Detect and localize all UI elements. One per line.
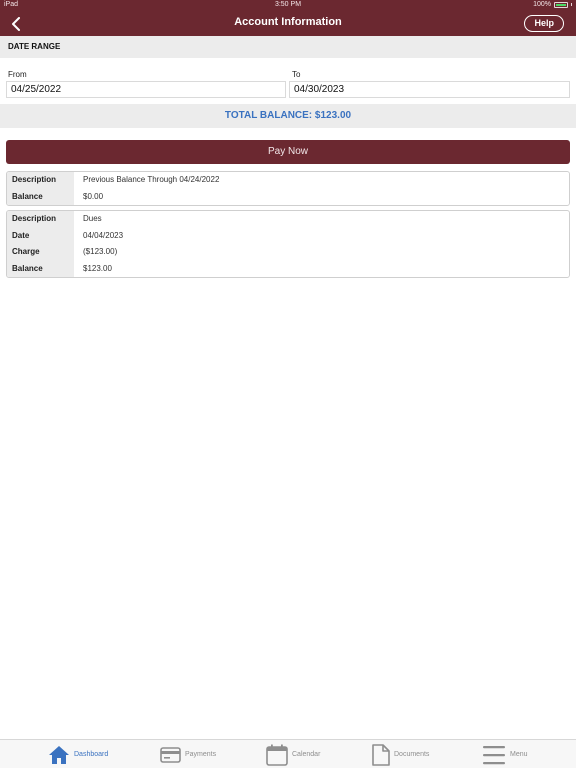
row-value: Dues	[83, 214, 102, 223]
transaction-card: Description Previous Balance Through 04/…	[6, 171, 570, 206]
row-value: Previous Balance Through 04/24/2022	[83, 175, 220, 184]
row-label: Balance	[7, 188, 74, 205]
document-icon	[372, 743, 390, 766]
credit-card-icon	[160, 746, 181, 763]
row-value: 04/04/2023	[83, 230, 124, 240]
battery-icon	[554, 1, 568, 8]
home-icon	[49, 745, 69, 764]
total-balance: TOTAL BALANCE: $123.00	[0, 104, 576, 128]
status-bar: iPad 3:50 PM 100%	[0, 0, 576, 11]
status-time: 3:50 PM	[274, 1, 302, 8]
transaction-row: Date 04/04/2023	[7, 227, 569, 244]
row-label: Description	[7, 172, 74, 189]
battery-tip	[571, 3, 572, 6]
menu-icon	[483, 745, 505, 764]
tab-bar: Dashboard Payments Calendar Documents Me…	[0, 739, 576, 768]
tab-label: Dashboard	[74, 751, 109, 758]
calendar-icon	[266, 744, 288, 766]
date-range-heading: DATE RANGE	[0, 36, 576, 58]
tab-calendar[interactable]: Calendar	[266, 740, 320, 768]
row-value: $123.00	[83, 263, 112, 273]
row-label: Description	[7, 211, 74, 228]
to-label: To	[292, 70, 301, 79]
tab-documents[interactable]: Documents	[372, 740, 429, 768]
transaction-row: Balance $123.00	[7, 260, 569, 277]
transaction-row: Balance $0.00	[7, 188, 569, 205]
tab-label: Payments	[185, 751, 217, 758]
row-label: Charge	[7, 244, 74, 261]
row-label: Balance	[7, 260, 74, 277]
pay-now-button[interactable]: Pay Now	[6, 140, 570, 164]
to-date-field[interactable]: 04/30/2023	[289, 81, 570, 98]
tab-label: Menu	[510, 751, 528, 758]
transaction-row: Description Previous Balance Through 04/…	[7, 172, 569, 189]
tab-menu[interactable]: Menu	[482, 740, 528, 768]
from-label: From	[8, 70, 27, 79]
page-title: Account Information	[234, 16, 342, 28]
tab-payments[interactable]: Payments	[160, 740, 216, 768]
battery-status: 100%	[533, 1, 572, 8]
transaction-row: Description Dues	[7, 211, 569, 228]
row-label: Date	[7, 227, 74, 244]
row-value: $0.00	[83, 191, 104, 201]
tab-label: Documents	[394, 751, 430, 758]
from-date-field[interactable]: 04/25/2022	[6, 81, 286, 98]
row-value: ($123.00)	[83, 247, 118, 256]
transaction-row: Charge ($123.00)	[7, 244, 569, 261]
battery-percent: 100%	[533, 1, 551, 8]
tab-dashboard[interactable]: Dashboard	[48, 740, 108, 768]
transaction-card: Description Dues Date 04/04/2023 Charge …	[6, 210, 570, 278]
help-button[interactable]: Help	[524, 15, 564, 32]
tab-label: Calendar	[292, 751, 321, 758]
nav-bar: Account Information Help	[0, 11, 576, 36]
